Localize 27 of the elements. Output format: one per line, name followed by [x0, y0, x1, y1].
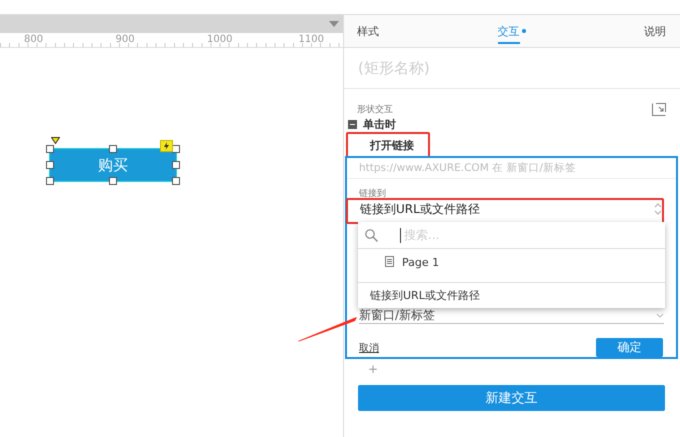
menu-item[interactable]: 链接到URL或文件路径 — [358, 283, 665, 303]
chevron-updown-icon — [654, 203, 662, 215]
triangle-marker-icon — [51, 137, 60, 144]
dropdown-arrow-icon — [329, 21, 339, 27]
tab[interactable]: 说明 — [644, 15, 666, 47]
resize-handle[interactable] — [109, 145, 117, 153]
ruler-label: 800 — [24, 34, 44, 45]
resize-handle[interactable] — [109, 177, 117, 185]
ruler-label: 1000 — [207, 34, 232, 45]
ruler-label: 1100 — [298, 34, 324, 45]
tab[interactable]: 样式 — [357, 15, 379, 47]
field-label: 链接到 — [359, 188, 387, 200]
action-summary: https://www.AXURE.COM 在 新窗口/新标签 — [347, 158, 676, 179]
link-select[interactable]: 链接到URL或文件路径 — [346, 198, 664, 224]
collapse-toggle[interactable] — [348, 120, 357, 128]
page-icon — [385, 256, 394, 267]
event-label: 单击时 — [363, 116, 396, 132]
expand-icon — [652, 103, 666, 116]
annotation-arrow — [298, 316, 358, 342]
action-item[interactable]: 打开链接 — [346, 132, 430, 158]
page-item[interactable]: Page 1 — [358, 249, 665, 283]
section-title: 形状交互 — [357, 104, 393, 116]
search-icon — [365, 228, 378, 242]
cancel-link[interactable]: 取消 — [359, 340, 379, 354]
chevron-down-icon — [656, 312, 664, 318]
page-name: Page 1 — [402, 256, 440, 269]
ruler-label: 900 — [116, 34, 135, 45]
